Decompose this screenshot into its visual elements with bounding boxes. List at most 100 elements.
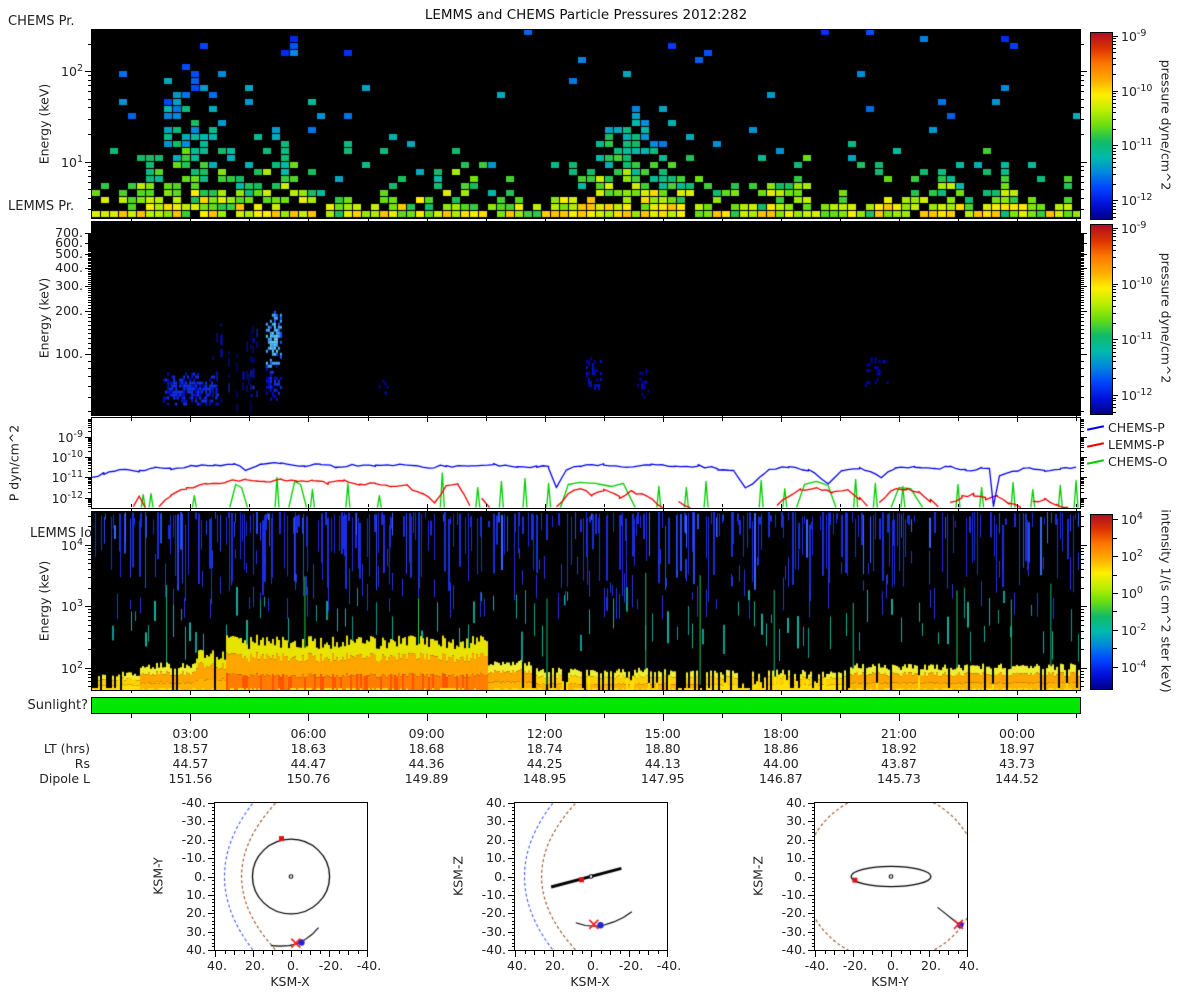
y-minor-tick	[88, 304, 92, 306]
orbit-y-tick	[211, 905, 214, 907]
colorbar-minor-tick	[1113, 38, 1116, 40]
colorbar-minor-tick	[1113, 341, 1116, 343]
y-minor-tick	[88, 397, 92, 399]
y-minor-tick-right	[1080, 677, 1084, 679]
time-minor-tick	[839, 219, 841, 221]
orbit-x-tick	[957, 951, 959, 954]
y-minor-tick	[88, 314, 92, 316]
colorbar-tick-label: 104	[1121, 511, 1143, 528]
y-minor-tick-right	[1080, 107, 1084, 109]
colorbar-major-tick	[1113, 283, 1118, 285]
orbit-y-tick-label: 20.	[786, 831, 806, 847]
time-tick-label: 21:00	[880, 726, 917, 741]
y-minor-tick	[88, 237, 92, 239]
orbit-y-tick	[508, 950, 514, 951]
y-minor-tick	[88, 418, 92, 420]
y-minor-tick	[88, 459, 92, 461]
orbit-y-tick	[808, 931, 814, 933]
y-major-tick-right	[1080, 667, 1087, 669]
y-minor-tick-right	[1080, 410, 1084, 412]
y-minor-tick	[88, 649, 92, 651]
colorbar-minor-tick	[1113, 305, 1116, 307]
lt-value: 18.97	[999, 741, 1035, 756]
y-minor-tick-right	[1080, 317, 1084, 319]
y-major-tick-right	[1080, 161, 1087, 163]
orbit-y-tick	[511, 920, 514, 922]
lt-value: 18.80	[644, 741, 681, 756]
y-minor-tick	[88, 624, 92, 626]
colorbar-minor-tick	[1113, 288, 1116, 290]
y-minor-tick-right	[1080, 437, 1084, 439]
y-minor-tick-right	[1080, 266, 1084, 268]
y-minor-tick	[88, 463, 92, 465]
y-minor-tick	[88, 526, 92, 528]
orbit-x-tick	[834, 951, 835, 955]
y-minor-tick-right	[1080, 451, 1084, 453]
orbit-x-tick	[553, 951, 554, 957]
y-minor-tick-right	[1080, 502, 1084, 504]
orbit-y-tick-label: -30.	[781, 923, 806, 939]
colorbar-tick-label: 10-2	[1121, 621, 1147, 639]
y-minor-tick-right	[1080, 244, 1084, 246]
orbit-y-tick	[811, 847, 814, 849]
y-minor-tick-right	[1080, 441, 1084, 443]
orbit-y-tick	[811, 891, 814, 893]
orbit-y-tick	[511, 872, 514, 874]
orbit-x-tick	[243, 951, 245, 954]
colorbar-minor-tick	[1113, 344, 1116, 346]
time-major-tick	[426, 219, 428, 222]
time-major-tick	[190, 504, 192, 508]
y-minor-tick-right	[1080, 337, 1084, 339]
colorbar-tick-label: 10-12	[1121, 192, 1153, 209]
orbit-y-tick	[511, 865, 514, 867]
y-tick-label: 10-12	[51, 489, 83, 506]
orbit-x-tick	[843, 951, 845, 954]
time-minor-tick	[603, 418, 605, 421]
orbit-y-tick-label: -10.	[781, 886, 806, 902]
y-minor-tick	[88, 437, 92, 439]
orbit-y-tick	[211, 946, 214, 948]
colorbar-tick-label: 102	[1121, 548, 1143, 565]
y-minor-tick	[88, 266, 92, 268]
orbit-x-tick	[224, 951, 226, 954]
time-major-tick	[190, 219, 192, 222]
legend-line-chems-p	[1086, 425, 1105, 431]
time-major-tick	[190, 691, 192, 695]
y-tick-label: 400.	[55, 259, 83, 275]
orbit-y-tick	[511, 942, 514, 944]
orbit-x-tick	[638, 951, 640, 954]
colorbar-minor-tick	[1113, 312, 1116, 314]
y-minor-tick-right	[1080, 277, 1084, 279]
colorbar-minor-tick	[1113, 403, 1116, 405]
y-minor-tick	[88, 487, 92, 489]
colorbar-minor-tick	[1113, 157, 1116, 159]
time-minor-tick	[485, 219, 487, 221]
y-minor-tick-right	[1080, 259, 1084, 261]
colorbar-minor-tick	[1113, 183, 1116, 185]
time-major-tick	[308, 504, 310, 508]
y-minor-tick-right	[1080, 270, 1084, 272]
colorbar-minor-tick	[1113, 95, 1116, 97]
orbit-y-tick	[511, 946, 514, 948]
y-minor-tick	[88, 481, 92, 483]
orbit-x-tick	[862, 951, 864, 954]
orbit-y-tick-label: -30.	[481, 923, 506, 939]
orbit-y-tick-label: 0.	[194, 868, 206, 884]
colorbar-intensity-label: intensity 1/(s cm^2 ster keV)	[1158, 509, 1174, 693]
orbit-y-tick	[811, 861, 814, 863]
colorbar-minor-tick	[1113, 397, 1116, 399]
pressure-timeseries-panel	[91, 417, 1081, 509]
time-major-tick	[780, 418, 782, 422]
time-minor-tick	[367, 691, 369, 693]
y-tick-label: 100.	[55, 346, 83, 361]
y-minor-tick	[88, 630, 92, 632]
y-minor-tick	[88, 175, 92, 177]
rs-value: 43.87	[881, 756, 917, 771]
y-minor-tick	[88, 460, 92, 462]
y-minor-tick	[88, 241, 92, 243]
time-major-tick	[544, 509, 546, 512]
y-minor-tick	[88, 360, 92, 362]
y-minor-tick	[88, 612, 92, 614]
orbit-y-tick	[208, 913, 214, 915]
orbit-y-tick	[211, 825, 214, 827]
